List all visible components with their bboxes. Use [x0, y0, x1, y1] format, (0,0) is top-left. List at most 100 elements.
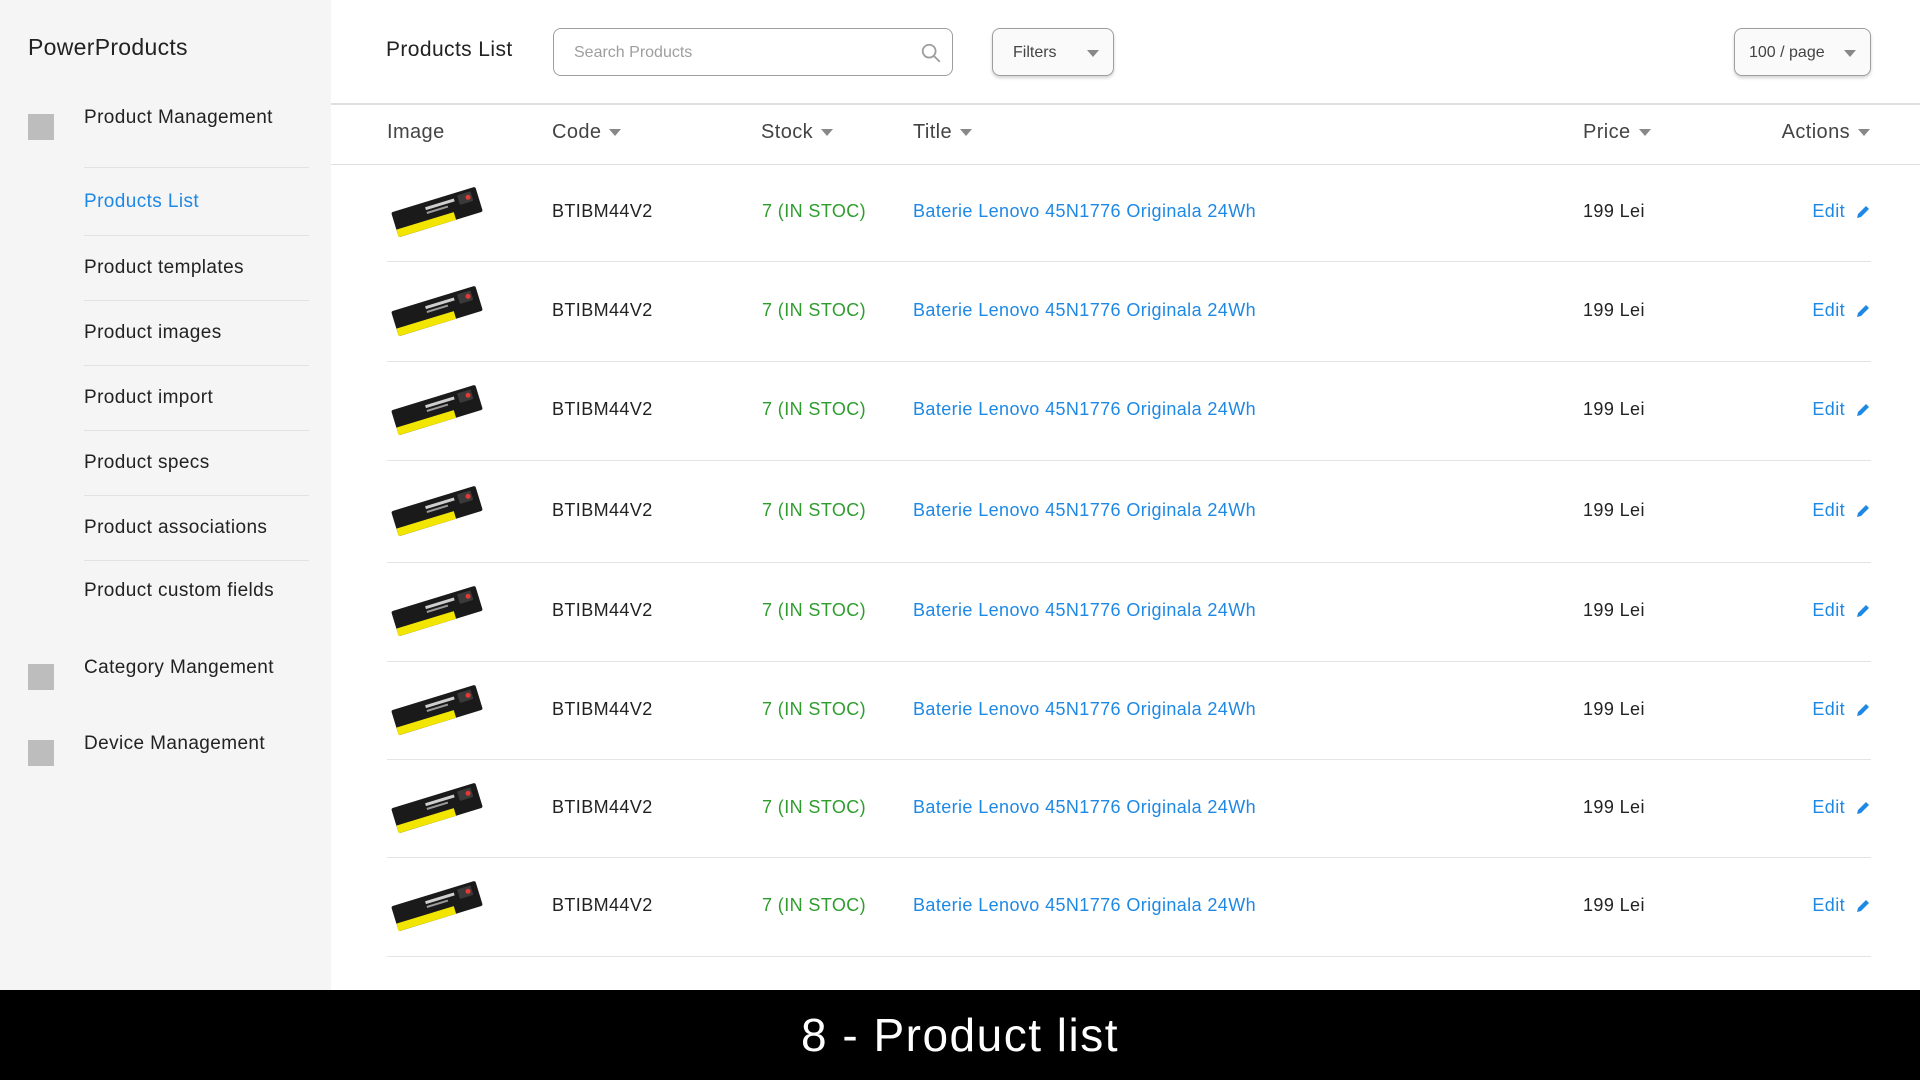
sidebar-item-product-templates[interactable]: Product templates: [84, 236, 309, 301]
sidebar-item-product-images[interactable]: Product images: [84, 301, 309, 366]
search-icon[interactable]: [920, 42, 942, 64]
sidebar-group-label: Product Management: [84, 107, 273, 128]
table-row[interactable]: BTIBM44V2 7 (IN STOC) Baterie Lenovo 45N…: [387, 564, 1871, 662]
product-code: BTIBM44V2: [552, 500, 653, 520]
sidebar-group-category-management[interactable]: Category Mangement: [28, 658, 274, 690]
battery-image[interactable]: [387, 476, 487, 546]
sidebar-item-product-associations[interactable]: Product associations: [84, 496, 309, 561]
edit-button[interactable]: Edit: [1812, 600, 1871, 621]
product-price: 199 Lei: [1583, 201, 1645, 221]
stock-status: 7 (IN STOC): [762, 699, 867, 719]
sidebar-group-device-management[interactable]: Device Management: [28, 734, 265, 766]
per-page-select[interactable]: 100 / page: [1734, 28, 1871, 76]
product-title-link[interactable]: Baterie Lenovo 45N1776 Originala 24Wh: [913, 797, 1256, 818]
sort-caret-icon: [960, 129, 973, 136]
product-title-link[interactable]: Baterie Lenovo 45N1776 Originala 24Wh: [913, 201, 1256, 222]
product-price: 199 Lei: [1583, 895, 1645, 915]
stock-status: 7 (IN STOC): [762, 600, 867, 620]
table-row[interactable]: BTIBM44V2 7 (IN STOC) Baterie Lenovo 45N…: [387, 165, 1871, 262]
edit-label: Edit: [1812, 600, 1845, 620]
edit-button[interactable]: Edit: [1812, 399, 1871, 420]
pencil-icon: [1857, 504, 1869, 517]
edit-button[interactable]: Edit: [1812, 300, 1871, 321]
product-title-link[interactable]: Baterie Lenovo 45N1776 Originala 24Wh: [913, 300, 1256, 321]
edit-label: Edit: [1812, 500, 1845, 520]
caption-bar: 8 - Product list: [0, 990, 1920, 1080]
sidebar-subnav: Products List Product templates Product …: [84, 167, 309, 621]
edit-button[interactable]: Edit: [1812, 500, 1871, 521]
sidebar-group-product-management[interactable]: Product Management: [28, 108, 272, 140]
column-header-title[interactable]: Title: [913, 121, 973, 144]
product-code: BTIBM44V2: [552, 895, 653, 915]
edit-button[interactable]: Edit: [1812, 797, 1871, 818]
edit-label: Edit: [1812, 201, 1845, 221]
column-header-actions[interactable]: Actions: [1782, 121, 1870, 144]
stock-status: 7 (IN STOC): [762, 500, 867, 520]
pencil-icon: [1857, 604, 1869, 617]
table-row[interactable]: BTIBM44V2 7 (IN STOC) Baterie Lenovo 45N…: [387, 264, 1871, 362]
edit-button[interactable]: Edit: [1812, 895, 1871, 916]
stock-status: 7 (IN STOC): [762, 201, 867, 221]
battery-image[interactable]: [387, 675, 487, 745]
stock-status: 7 (IN STOC): [762, 895, 867, 915]
square-icon: [28, 114, 54, 140]
table-row[interactable]: BTIBM44V2 7 (IN STOC) Baterie Lenovo 45N…: [387, 761, 1871, 858]
pencil-icon: [1857, 801, 1869, 814]
sort-caret-icon: [1858, 129, 1870, 136]
sidebar-item-product-import[interactable]: Product import: [84, 366, 309, 431]
sidebar: PowerProducts Product Management Product…: [0, 0, 331, 990]
stock-status: 7 (IN STOC): [762, 797, 867, 817]
battery-image[interactable]: [387, 375, 487, 445]
column-header-price[interactable]: Price: [1583, 121, 1651, 144]
sidebar-item-product-custom-fields[interactable]: Product custom fields: [84, 561, 309, 621]
caption-text: 8 - Product list: [801, 1009, 1119, 1061]
square-icon: [28, 664, 54, 690]
product-price: 199 Lei: [1583, 300, 1645, 320]
page-title: Products List: [386, 38, 513, 61]
product-price: 199 Lei: [1583, 399, 1645, 419]
per-page-label: 100 / page: [1749, 44, 1825, 61]
table-row[interactable]: BTIBM44V2 7 (IN STOC) Baterie Lenovo 45N…: [387, 363, 1871, 461]
battery-image[interactable]: [387, 576, 487, 646]
edit-label: Edit: [1812, 399, 1845, 419]
product-title-link[interactable]: Baterie Lenovo 45N1776 Originala 24Wh: [913, 895, 1256, 916]
pencil-icon: [1857, 304, 1869, 317]
product-title-link[interactable]: Baterie Lenovo 45N1776 Originala 24Wh: [913, 600, 1256, 621]
sort-caret-icon: [821, 129, 834, 136]
edit-button[interactable]: Edit: [1812, 201, 1871, 222]
caret-down-icon: [1087, 50, 1099, 57]
battery-image[interactable]: [387, 177, 487, 247]
product-price: 199 Lei: [1583, 600, 1645, 620]
column-header-stock[interactable]: Stock: [761, 121, 834, 144]
battery-image[interactable]: [387, 773, 487, 843]
brand-logo[interactable]: PowerProducts: [28, 34, 188, 61]
table-row[interactable]: BTIBM44V2 7 (IN STOC) Baterie Lenovo 45N…: [387, 663, 1871, 760]
table-row[interactable]: BTIBM44V2 7 (IN STOC) Baterie Lenovo 45N…: [387, 464, 1871, 563]
battery-image[interactable]: [387, 276, 487, 346]
edit-label: Edit: [1812, 895, 1845, 915]
stock-status: 7 (IN STOC): [762, 399, 867, 419]
sidebar-item-product-specs[interactable]: Product specs: [84, 431, 309, 496]
edit-label: Edit: [1812, 699, 1845, 719]
toolbar: Products List Search Products Filters 10…: [331, 0, 1920, 105]
sort-caret-icon: [609, 129, 622, 136]
product-code: BTIBM44V2: [552, 201, 653, 221]
battery-image[interactable]: [387, 871, 487, 941]
product-code: BTIBM44V2: [552, 600, 653, 620]
column-header-code[interactable]: Code: [552, 121, 622, 144]
caret-down-icon: [1844, 50, 1856, 57]
filters-dropdown[interactable]: Filters: [992, 28, 1114, 76]
product-title-link[interactable]: Baterie Lenovo 45N1776 Originala 24Wh: [913, 699, 1256, 720]
product-title-link[interactable]: Baterie Lenovo 45N1776 Originala 24Wh: [913, 399, 1256, 420]
column-header-image: Image: [387, 121, 445, 143]
sidebar-item-products-list[interactable]: Products List: [84, 168, 309, 236]
product-title-link[interactable]: Baterie Lenovo 45N1776 Originala 24Wh: [913, 500, 1256, 521]
stock-status: 7 (IN STOC): [762, 300, 867, 320]
edit-button[interactable]: Edit: [1812, 699, 1871, 720]
pencil-icon: [1857, 403, 1869, 416]
table-header: Image Code Stock Title Price Actions: [331, 107, 1920, 165]
sidebar-group-label: Category Mangement: [84, 657, 274, 678]
filters-label: Filters: [1013, 44, 1057, 61]
search-input[interactable]: Search Products: [553, 28, 953, 76]
table-row[interactable]: BTIBM44V2 7 (IN STOC) Baterie Lenovo 45N…: [387, 859, 1871, 957]
